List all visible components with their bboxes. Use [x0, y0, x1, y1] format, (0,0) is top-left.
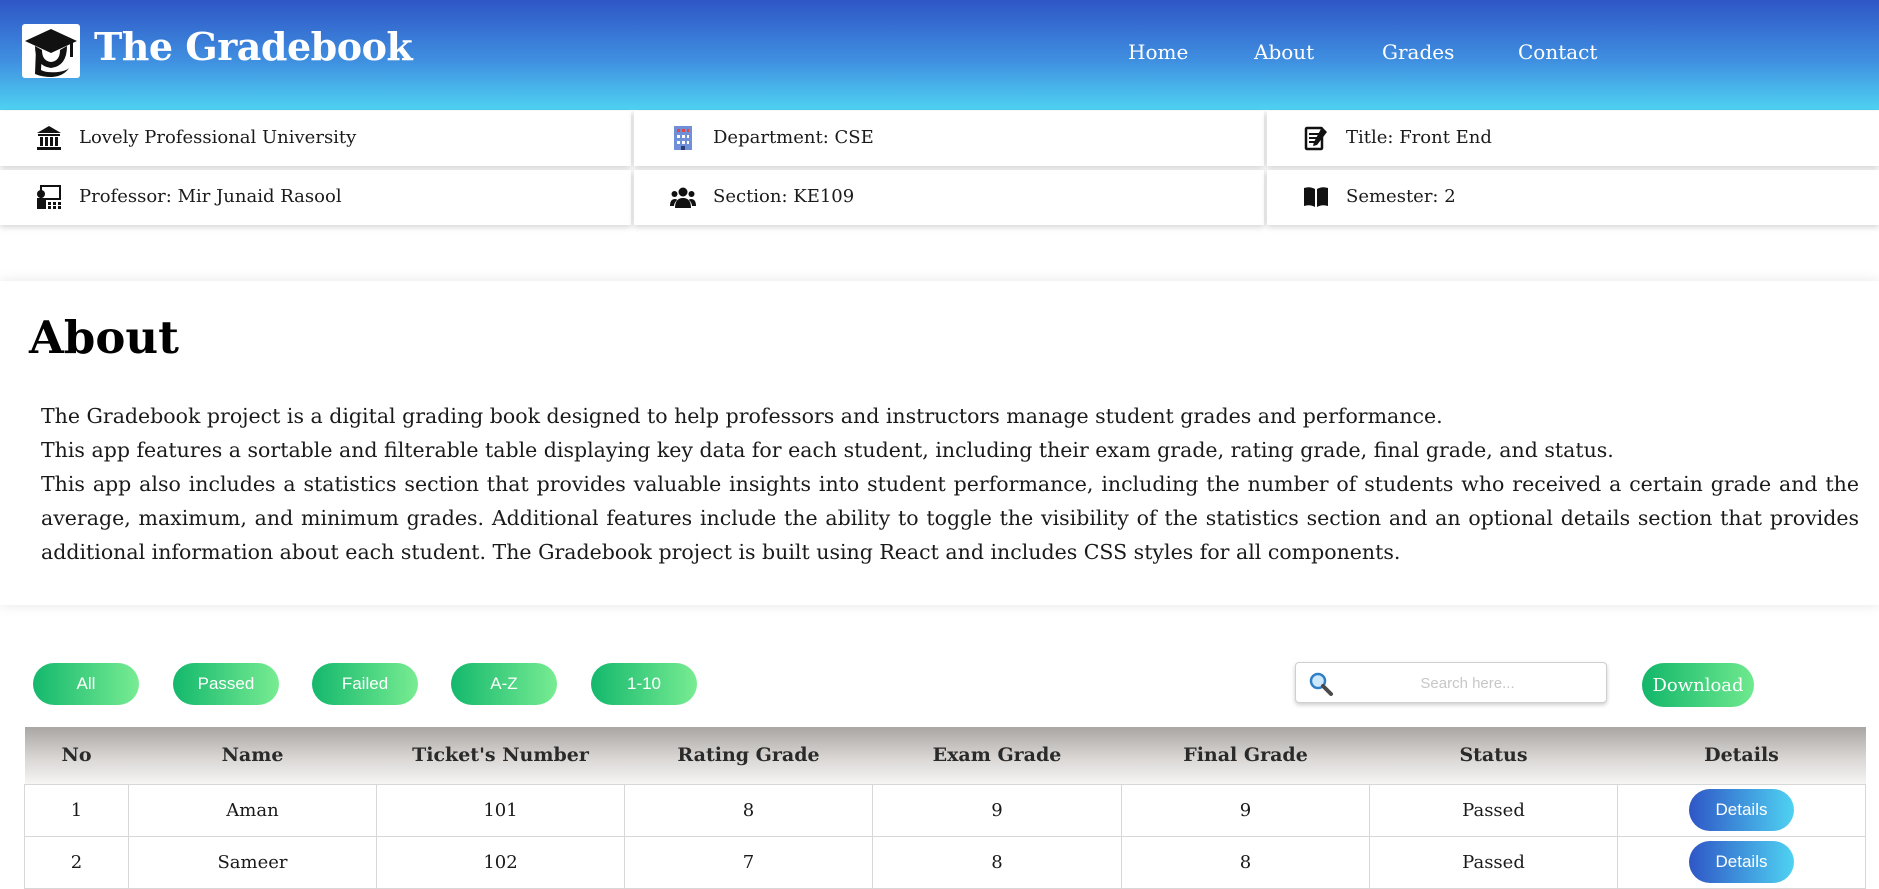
cell-exam: 9	[872, 783, 1122, 837]
table-header-row: No Name Ticket's Number Rating Grade Exa…	[24, 727, 1866, 784]
nav-home[interactable]: Home	[1128, 42, 1188, 62]
users-group-icon	[670, 184, 696, 210]
about-section: About The Gradebook project is a digital…	[0, 281, 1879, 605]
nav-about[interactable]: About	[1254, 42, 1314, 62]
column-header-rating[interactable]: Rating Grade	[624, 727, 873, 784]
column-header-ticket[interactable]: Ticket's Number	[376, 727, 625, 784]
cell-rating: 7	[624, 835, 873, 889]
nav-grades[interactable]: Grades	[1382, 42, 1454, 62]
column-header-details: Details	[1617, 727, 1866, 784]
info-title: Title: Front End	[1267, 111, 1879, 166]
filter-all-button[interactable]: All	[33, 663, 139, 705]
about-paragraph: The Gradebook project is a digital gradi…	[41, 404, 1443, 428]
cell-details: Details	[1617, 783, 1866, 837]
column-header-status[interactable]: Status	[1369, 727, 1618, 784]
cell-final: 8	[1121, 835, 1370, 889]
brand-title[interactable]: The Gradebook	[94, 28, 413, 66]
cell-ticket: 101	[376, 783, 625, 837]
sort-numeric-button[interactable]: 1-10	[591, 663, 697, 705]
cell-rating: 8	[624, 783, 873, 837]
cell-no: 2	[24, 835, 129, 889]
column-header-final[interactable]: Final Grade	[1121, 727, 1370, 784]
cell-status: Passed	[1369, 783, 1618, 837]
column-header-exam[interactable]: Exam Grade	[872, 727, 1122, 784]
notepad-icon	[1303, 125, 1329, 151]
cell-ticket: 102	[376, 835, 625, 889]
nav-contact[interactable]: Contact	[1518, 42, 1597, 62]
filter-failed-button[interactable]: Failed	[312, 663, 418, 705]
info-section: Section: KE109	[634, 170, 1264, 225]
info-university: Lovely Professional University	[0, 111, 631, 166]
search-box	[1295, 662, 1607, 703]
graduation-cap-logo-icon[interactable]	[22, 24, 80, 78]
course-title-label: Title: Front End	[1346, 127, 1492, 148]
cell-no: 1	[24, 783, 129, 837]
details-button[interactable]: Details	[1689, 789, 1794, 831]
section-label: Section: KE109	[713, 186, 855, 207]
professor-name: Professor: Mir Junaid Rasool	[79, 186, 342, 207]
column-header-name[interactable]: Name	[128, 727, 377, 784]
semester-label: Semester: 2	[1346, 186, 1456, 207]
about-description: The Gradebook project is a digital gradi…	[41, 399, 1859, 569]
table-row: 2 Sameer 102 7 8 8 Passed Details	[24, 835, 1866, 889]
details-button[interactable]: Details	[1689, 841, 1794, 883]
cell-exam: 8	[872, 835, 1122, 889]
office-building-icon	[670, 125, 696, 151]
top-header: The Gradebook Home About Grades Contact	[0, 0, 1879, 110]
grades-table: No Name Ticket's Number Rating Grade Exa…	[24, 727, 1866, 889]
search-input[interactable]	[1340, 669, 1595, 697]
open-book-icon	[1303, 184, 1329, 210]
cell-final: 9	[1121, 783, 1370, 837]
table-row: 1 Aman 101 8 9 9 Passed Details	[24, 783, 1866, 837]
download-button[interactable]: Download	[1642, 663, 1754, 707]
about-title: About	[29, 311, 179, 364]
university-name: Lovely Professional University	[79, 127, 357, 148]
department-label: Department: CSE	[713, 127, 874, 148]
chalkboard-teacher-icon	[36, 184, 62, 210]
column-header-no[interactable]: No	[24, 727, 129, 784]
university-building-icon	[36, 125, 62, 151]
sort-alphabetical-button[interactable]: A-Z	[451, 663, 557, 705]
cell-name: Sameer	[128, 835, 377, 889]
filter-passed-button[interactable]: Passed	[173, 663, 279, 705]
search-icon	[1308, 671, 1334, 697]
info-department: Department: CSE	[634, 111, 1264, 166]
about-paragraph: This app also includes a statistics sect…	[41, 472, 1859, 564]
cell-status: Passed	[1369, 835, 1618, 889]
cell-name: Aman	[128, 783, 377, 837]
info-semester: Semester: 2	[1267, 170, 1879, 225]
info-professor: Professor: Mir Junaid Rasool	[0, 170, 631, 225]
about-paragraph: This app features a sortable and filtera…	[41, 438, 1614, 462]
cell-details: Details	[1617, 835, 1866, 889]
